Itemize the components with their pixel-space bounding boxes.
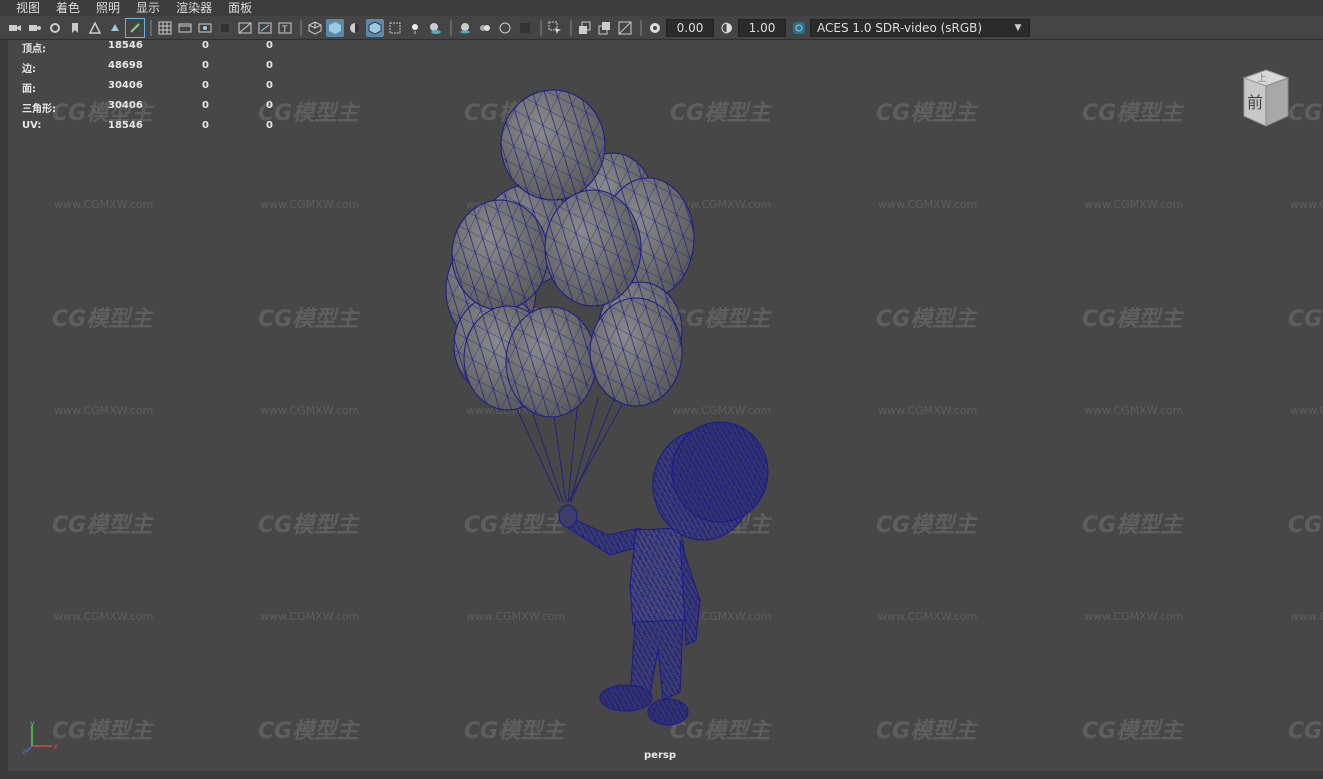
color-space-dropdown[interactable]: ACES 1.0 SDR-video (sRGB) ▼ (810, 18, 1030, 37)
hud-row-edges: 边: 48698 0 0 (22, 60, 282, 80)
hud-value: 30406 (108, 100, 143, 111)
exposure-icon[interactable] (646, 19, 664, 37)
hud-value: 18546 (108, 120, 143, 131)
screen-space-ao-icon[interactable] (456, 19, 474, 37)
hud-value: 0 (266, 80, 273, 91)
hud-row-vertices: 顶点: 18546 0 0 (22, 40, 282, 60)
xray-joints-icon[interactable] (576, 19, 594, 37)
hud-value: 0 (266, 60, 273, 71)
menu-shading[interactable]: 着色 (48, 0, 88, 16)
axis-x-label: x (53, 742, 58, 751)
toolbar-separator (150, 19, 152, 36)
xray-active-icon[interactable] (596, 19, 614, 37)
camera-select-icon[interactable] (6, 19, 24, 37)
menu-panels[interactable]: 面板 (220, 0, 260, 16)
default-material-icon[interactable] (346, 19, 364, 37)
toolbar-separator (450, 19, 452, 36)
hud-value: 0 (266, 120, 273, 131)
toolbar-separator (570, 19, 572, 36)
hud-row-faces: 面: 30406 0 0 (22, 80, 282, 100)
boy-figure (558, 421, 769, 726)
hud-label: 边: (22, 64, 36, 75)
safe-title-icon[interactable]: T (276, 19, 294, 37)
wireframe-on-shaded-icon[interactable] (366, 18, 384, 37)
backface-icon[interactable] (616, 19, 634, 37)
gate-mask-icon[interactable] (216, 19, 234, 37)
hud-row-uvs: UV: 18546 0 0 (22, 120, 282, 140)
isolate-select-icon[interactable] (546, 19, 564, 37)
hud-value: 48698 (108, 60, 143, 71)
viewport-persp[interactable]: CG模型主 CG模型主 CG模型主 CG模型主 www.CGMXW.com www.CGM… (8, 40, 1323, 771)
color-space-value: ACES 1.0 SDR-video (sRGB) (817, 20, 983, 35)
hud-value: 0 (266, 40, 273, 51)
panel-toolbar: T 0.00 1.00 ACES 1.0 SDR-video (sRGB) ▼ (0, 16, 1323, 40)
hud-label: 顶点: (22, 44, 46, 55)
menu-view[interactable]: 视图 (0, 0, 48, 16)
menu-show[interactable]: 显示 (128, 0, 168, 16)
camera-attr-icon[interactable] (26, 19, 44, 37)
hud-value: 0 (266, 100, 273, 111)
axis-y-label: y (30, 719, 35, 728)
hud-label: 三角形: (22, 104, 56, 115)
depth-of-field-icon[interactable] (516, 19, 534, 37)
bottom-border (0, 771, 1323, 779)
hud-value: 0 (202, 120, 209, 131)
left-border (0, 40, 8, 771)
axis-z-label: z (22, 747, 26, 754)
chevron-down-icon: ▼ (1014, 22, 1022, 33)
panel-menubar: 视图 着色 照明 显示 渲染器 面板 (0, 0, 1323, 16)
axis-gizmo: y x z (22, 719, 58, 754)
image-plane-icon[interactable] (86, 19, 104, 37)
lights-icon[interactable] (406, 19, 424, 37)
hud-value: 0 (202, 80, 209, 91)
toolbar-separator (540, 19, 542, 36)
hud-value: 30406 (108, 80, 143, 91)
hud-value: 0 (202, 40, 209, 51)
anti-alias-icon[interactable] (496, 19, 514, 37)
viewcube-top-label: 上 (1257, 73, 1266, 84)
balloon-cluster (445, 89, 695, 418)
camera-lock-icon[interactable] (46, 19, 64, 37)
hud-label: 面: (22, 84, 36, 95)
camera-name-label: persp (644, 750, 676, 761)
field-chart-icon[interactable] (236, 19, 254, 37)
film-gate-icon[interactable] (176, 19, 194, 37)
hud-value: 18546 (108, 40, 143, 51)
smooth-shade-icon[interactable] (326, 18, 344, 37)
bookmark-icon[interactable] (66, 19, 84, 37)
motion-blur-icon[interactable] (476, 19, 494, 37)
wireframe-model[interactable] (8, 40, 1323, 771)
safe-action-icon[interactable] (256, 19, 274, 37)
menu-renderer[interactable]: 渲染器 (168, 0, 220, 16)
grease-pencil-icon[interactable] (125, 17, 145, 38)
two-d-pan-icon[interactable] (106, 19, 124, 37)
shadows-icon[interactable] (426, 19, 444, 37)
wireframe-icon[interactable] (306, 19, 324, 37)
gamma-field[interactable]: 1.00 (738, 18, 786, 37)
hud-row-triangles: 三角形: 30406 0 0 (22, 100, 282, 120)
poly-count-hud: 顶点: 18546 0 0 边: 48698 0 0 面: 30406 0 0 … (22, 40, 282, 140)
svg-text:T: T (281, 25, 288, 35)
hud-value: 0 (202, 60, 209, 71)
hud-value: 0 (202, 100, 209, 111)
xray-icon[interactable] (386, 19, 404, 37)
color-mgmt-icon[interactable] (790, 19, 808, 37)
grid-icon[interactable] (156, 19, 174, 37)
exposure-field[interactable]: 0.00 (666, 18, 714, 37)
viewcube-front-label: 前 (1247, 93, 1263, 112)
menu-lighting[interactable]: 照明 (88, 0, 128, 16)
hud-label: UV: (22, 120, 42, 131)
view-cube[interactable]: 上 前 (1230, 64, 1296, 134)
toolbar-separator (300, 19, 302, 36)
toolbar-separator (640, 19, 642, 36)
gamma-icon[interactable] (718, 19, 736, 37)
resolution-gate-icon[interactable] (196, 19, 214, 37)
